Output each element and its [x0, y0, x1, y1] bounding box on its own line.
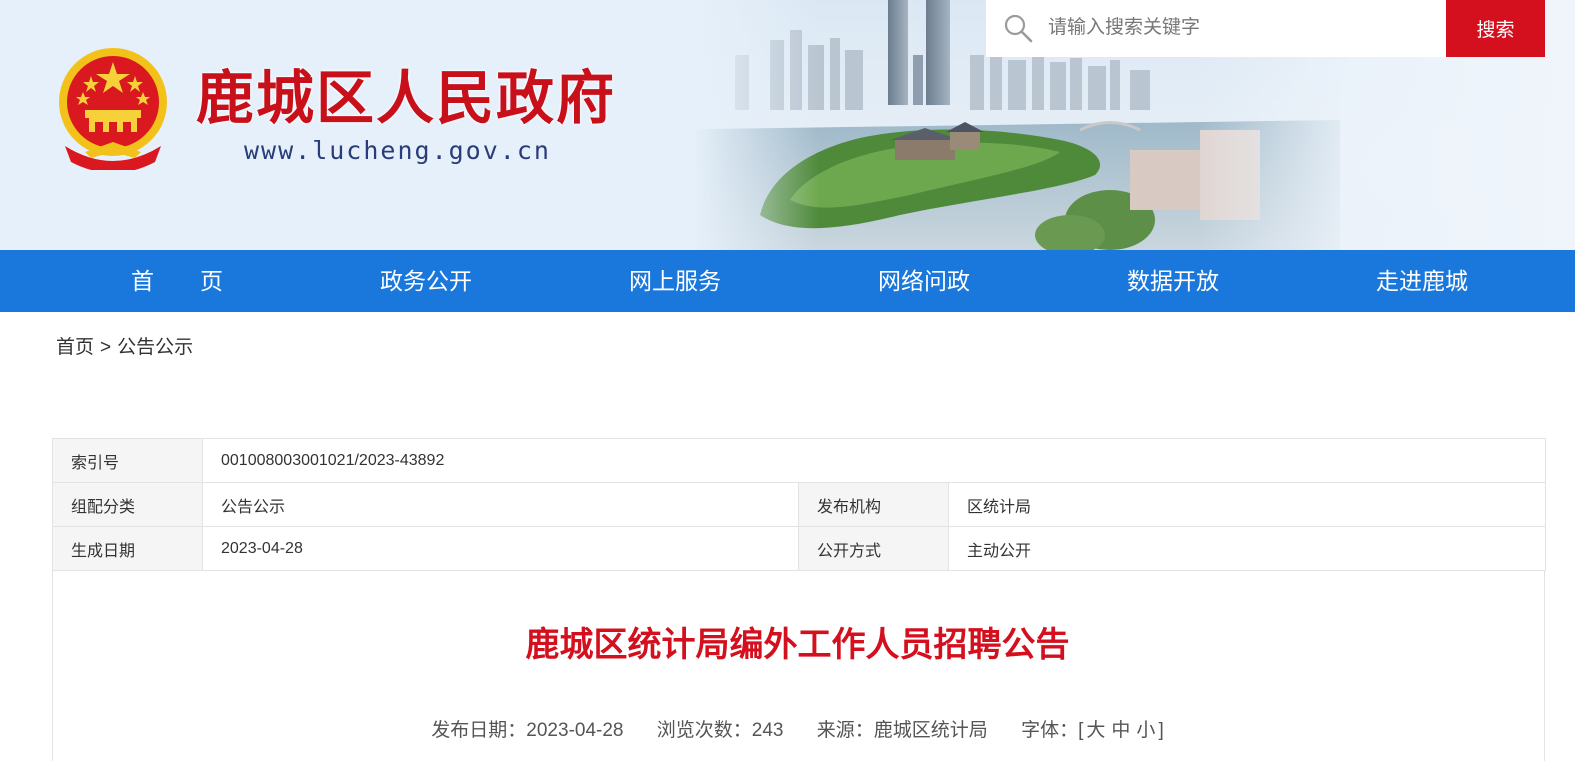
source: 来源：鹿城区统计局: [817, 720, 988, 741]
breadcrumb-separator: >: [100, 337, 112, 358]
table-row: 组配分类 公告公示 发布机构 区统计局: [52, 482, 1546, 527]
disclosure-method-value: 主动公开: [948, 526, 1546, 571]
publisher-value: 区统计局: [948, 482, 1546, 527]
source-value: 鹿城区统计局: [873, 720, 988, 741]
publish-date-value: 2023-04-28: [526, 720, 624, 741]
category-label: 组配分类: [52, 482, 203, 527]
document-info-table: 索引号 001008003001021/2023-43892 组配分类 公告公示…: [52, 438, 1546, 571]
created-date-label: 生成日期: [52, 526, 203, 571]
disclosure-method-label: 公开方式: [798, 526, 949, 571]
view-count-value: 243: [751, 720, 784, 741]
index-number-label: 索引号: [52, 438, 203, 483]
font-size-label: 字体：: [1021, 720, 1079, 741]
view-count: 浏览次数：243: [657, 720, 784, 741]
search-button[interactable]: 搜索: [1446, 0, 1545, 57]
search-input[interactable]: [1044, 8, 1442, 48]
search-icon[interactable]: [1002, 12, 1034, 44]
table-row: 生成日期 2023-04-28 公开方式 主动公开: [52, 526, 1546, 571]
source-label: 来源：: [816, 720, 874, 741]
nav-item-about-lucheng[interactable]: 走进鹿城: [1322, 250, 1522, 312]
created-date-value: 2023-04-28: [202, 526, 799, 571]
index-number-value: 001008003001021/2023-43892: [202, 438, 1546, 483]
nav-item-gov-affairs[interactable]: 政务公开: [326, 250, 526, 312]
font-size-control: 字体：[大中小]: [1021, 720, 1164, 741]
site-url: www.lucheng.gov.cn: [244, 136, 551, 165]
font-size-small-button[interactable]: 小: [1136, 720, 1155, 741]
view-count-label: 浏览次数：: [656, 720, 752, 741]
bracket-open: [: [1078, 720, 1084, 741]
breadcrumb-home-link[interactable]: 首页: [56, 337, 94, 358]
publish-date: 发布日期：2023-04-28: [431, 720, 623, 741]
site-header: 鹿城区人民政府 www.lucheng.gov.cn 搜索: [0, 0, 1575, 250]
main-nav: 首 页 政务公开 网上服务 网络问政 数据开放 走进鹿城: [0, 250, 1575, 312]
table-row: 索引号 001008003001021/2023-43892: [52, 438, 1546, 483]
article-meta: 发布日期：2023-04-28 浏览次数：243 来源：鹿城区统计局 字体：[大…: [0, 716, 1575, 746]
font-size-large-button[interactable]: 大: [1086, 720, 1105, 741]
breadcrumb-current-link[interactable]: 公告公示: [117, 337, 193, 358]
national-emblem-logo: [59, 48, 167, 170]
nav-item-online-service[interactable]: 网上服务: [575, 250, 775, 312]
font-size-medium-button[interactable]: 中: [1111, 720, 1130, 741]
nav-item-online-inquiry[interactable]: 网络问政: [824, 250, 1024, 312]
nav-item-home[interactable]: 首 页: [77, 250, 277, 312]
publisher-label: 发布机构: [798, 482, 949, 527]
bracket-close: ]: [1158, 720, 1164, 741]
category-value: 公告公示: [202, 482, 799, 527]
publish-date-label: 发布日期：: [431, 720, 527, 741]
site-title: 鹿城区人民政府: [196, 64, 617, 132]
article-title: 鹿城区统计局编外工作人员招聘公告: [525, 626, 1070, 664]
breadcrumb: 首页 > 公告公示: [56, 334, 193, 362]
nav-item-open-data[interactable]: 数据开放: [1073, 250, 1273, 312]
